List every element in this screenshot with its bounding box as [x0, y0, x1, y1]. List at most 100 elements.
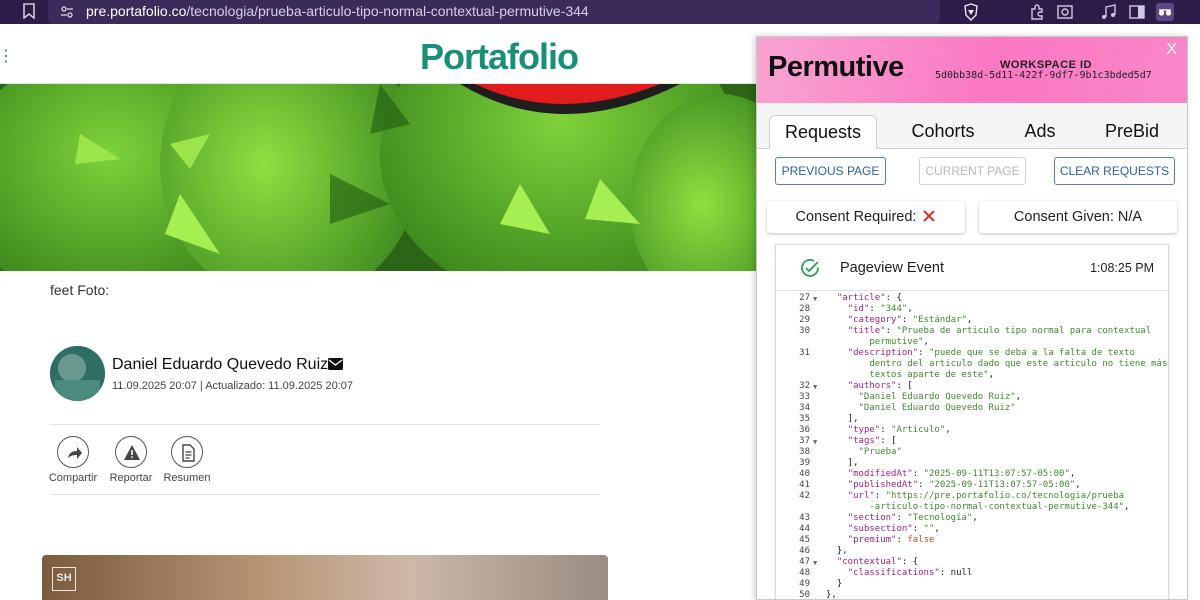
site-header: ⋮ Portafolio — [0, 24, 760, 84]
article-dates: 11.09.2025 20:07 | Actualizado: 11.09.20… — [112, 380, 353, 392]
code-text: dentro del articulo dado que este articu… — [869, 359, 1168, 369]
line-number: 30 — [799, 326, 810, 336]
code-line: 37 ▼ "tags": [ — [776, 436, 1168, 447]
code-line: 50}, — [776, 590, 1168, 600]
line-number: 29 — [799, 315, 810, 325]
bookmark-icon[interactable] — [22, 3, 36, 19]
line-number: 46 — [799, 546, 810, 556]
brave-shield-icon[interactable] — [963, 3, 979, 21]
code-line: 33 "Daniel Eduardo Quevedo Ruiz", — [776, 392, 1168, 403]
line-number: 45 — [799, 535, 810, 545]
line-number: 48 — [799, 568, 810, 578]
menu-icon[interactable]: ⋮ — [0, 46, 14, 66]
video-player[interactable]: SH — [42, 555, 608, 600]
line-number: 44 — [799, 524, 810, 534]
line-number: 41 — [799, 480, 810, 490]
screenshot-icon[interactable] — [1056, 3, 1074, 21]
code-line: 39 ], — [776, 458, 1168, 469]
address-bar[interactable]: pre.portafolio.co/tecnologia/prueba-arti… — [48, 0, 978, 24]
code-text: ], — [826, 414, 859, 424]
previous-page-button[interactable]: PREVIOUS PAGE — [775, 157, 886, 185]
code-text: "Prueba" — [858, 447, 902, 457]
consent-required: Consent Required: — [767, 201, 965, 233]
code-text: "tags": [ — [847, 436, 897, 446]
code-line: 47 ▼ "contextual": { — [776, 557, 1168, 568]
document-icon — [182, 444, 195, 462]
code-text: "modifiedAt": "2025-09-11T13:07:57-05:00… — [847, 469, 1076, 479]
tab-requests[interactable]: Requests — [769, 115, 877, 149]
code-text: "Daniel Eduardo Quevedo Ruiz" — [858, 403, 1016, 413]
consent-given: Consent Given: N/A — [979, 201, 1177, 233]
sidebar-icon[interactable] — [1128, 3, 1146, 21]
url-text[interactable]: pre.portafolio.co/tecnologia/prueba-arti… — [86, 3, 589, 19]
code-text: "type": "Articulo", — [847, 425, 951, 435]
code-line: 46 }, — [776, 546, 1168, 557]
hero-photo — [0, 84, 760, 271]
code-text: "description": "puede que se deba a la f… — [847, 348, 1135, 358]
code-text: "publishedAt": "2025-09-11T13:07:57-05:0… — [847, 480, 1081, 490]
tab-cohorts[interactable]: Cohorts — [899, 115, 987, 149]
code-line: 35 ], — [776, 414, 1168, 425]
code-text: } — [826, 579, 843, 589]
author-name[interactable]: Daniel Eduardo Quevedo Ruiz — [112, 356, 328, 374]
line-number: 40 — [799, 469, 810, 479]
incognito-icon[interactable] — [1156, 3, 1174, 21]
code-line: 44 "subsection": "", — [776, 524, 1168, 535]
mail-icon[interactable] — [328, 358, 343, 370]
tab-prebid[interactable]: PreBid — [1097, 115, 1167, 149]
code-text: "contextual": { — [836, 557, 919, 567]
line-number: 32 — [799, 381, 810, 391]
code-text: "authors": [ — [847, 381, 913, 391]
event-card: Pageview Event 1:08:25 PM 27 ▼ "article":… — [775, 244, 1169, 600]
code-text: "article": { — [836, 293, 902, 303]
event-header[interactable]: Pageview Event 1:08:25 PM — [776, 245, 1168, 291]
line-number: 49 — [799, 579, 810, 589]
summary-button[interactable]: Resumen — [157, 436, 217, 484]
code-text: "title": "Prueba de articulo tipo normal… — [847, 326, 1152, 336]
code-text: }, — [826, 546, 848, 556]
code-text: ], — [826, 458, 859, 468]
clear-requests-button[interactable]: CLEAR REQUESTS — [1054, 157, 1175, 185]
close-button[interactable]: X — [1166, 41, 1177, 59]
code-text: -articulo-tipo-normal-contextual-permuti… — [869, 502, 1130, 512]
music-icon[interactable] — [1100, 3, 1118, 21]
code-line: 34 "Daniel Eduardo Quevedo Ruiz" — [776, 403, 1168, 414]
extensions-icon[interactable] — [1028, 3, 1046, 21]
error-x-icon — [923, 210, 936, 222]
code-line: 42 "url": "https://pre.portafolio.co/tec… — [776, 491, 1168, 502]
photo-caption: feet Foto: — [50, 282, 110, 298]
code-line: 30 "title": "Prueba de articulo tipo nor… — [776, 326, 1168, 337]
line-number: 43 — [799, 513, 810, 523]
code-line: 49 } — [776, 579, 1168, 590]
event-title: Pageview Event — [840, 260, 944, 276]
share-button[interactable]: Compartir — [43, 436, 103, 484]
date-separator: | — [199, 380, 203, 392]
line-number: 39 — [799, 458, 810, 468]
code-line: 27 ▼ "article": { — [776, 293, 1168, 304]
code-line: 48 "classifications": null — [776, 568, 1168, 579]
code-line: 45 "premium": false — [776, 535, 1168, 546]
panel-header: Permutive WORKSPACE ID 5d0bb38d-5d11-422… — [757, 37, 1187, 103]
line-number: 27 — [799, 293, 810, 303]
code-line: textos aparte de este", — [776, 370, 1168, 381]
line-number: 28 — [799, 304, 810, 314]
divider — [50, 424, 600, 425]
current-page-button[interactable]: CURRENT PAGE — [919, 157, 1026, 185]
code-text: }, — [826, 590, 837, 600]
permutive-panel: Permutive WORKSPACE ID 5d0bb38d-5d11-422… — [756, 36, 1188, 600]
line-number: 42 — [799, 491, 810, 501]
author-avatar[interactable] — [50, 346, 105, 401]
code-text: textos aparte de este", — [869, 370, 994, 380]
permutive-logo: Permutive — [768, 51, 904, 83]
workspace-id: 5d0bb38d-5d11-422f-9df7-9b1c3bded5d7 — [935, 70, 1152, 81]
tab-ads[interactable]: Ads — [1015, 115, 1065, 149]
event-time: 1:08:25 PM — [1090, 261, 1154, 275]
code-text: "id": "344", — [847, 304, 913, 314]
site-info-icon[interactable] — [60, 5, 74, 19]
code-text: "classifications": null — [847, 568, 973, 578]
browser-toolbar: pre.portafolio.co/tecnologia/prueba-arti… — [0, 0, 1200, 24]
code-text: "premium": false — [847, 535, 935, 545]
line-number: 34 — [799, 403, 810, 413]
report-button[interactable]: Reportar — [101, 436, 161, 484]
site-logo[interactable]: Portafolio — [420, 36, 579, 78]
